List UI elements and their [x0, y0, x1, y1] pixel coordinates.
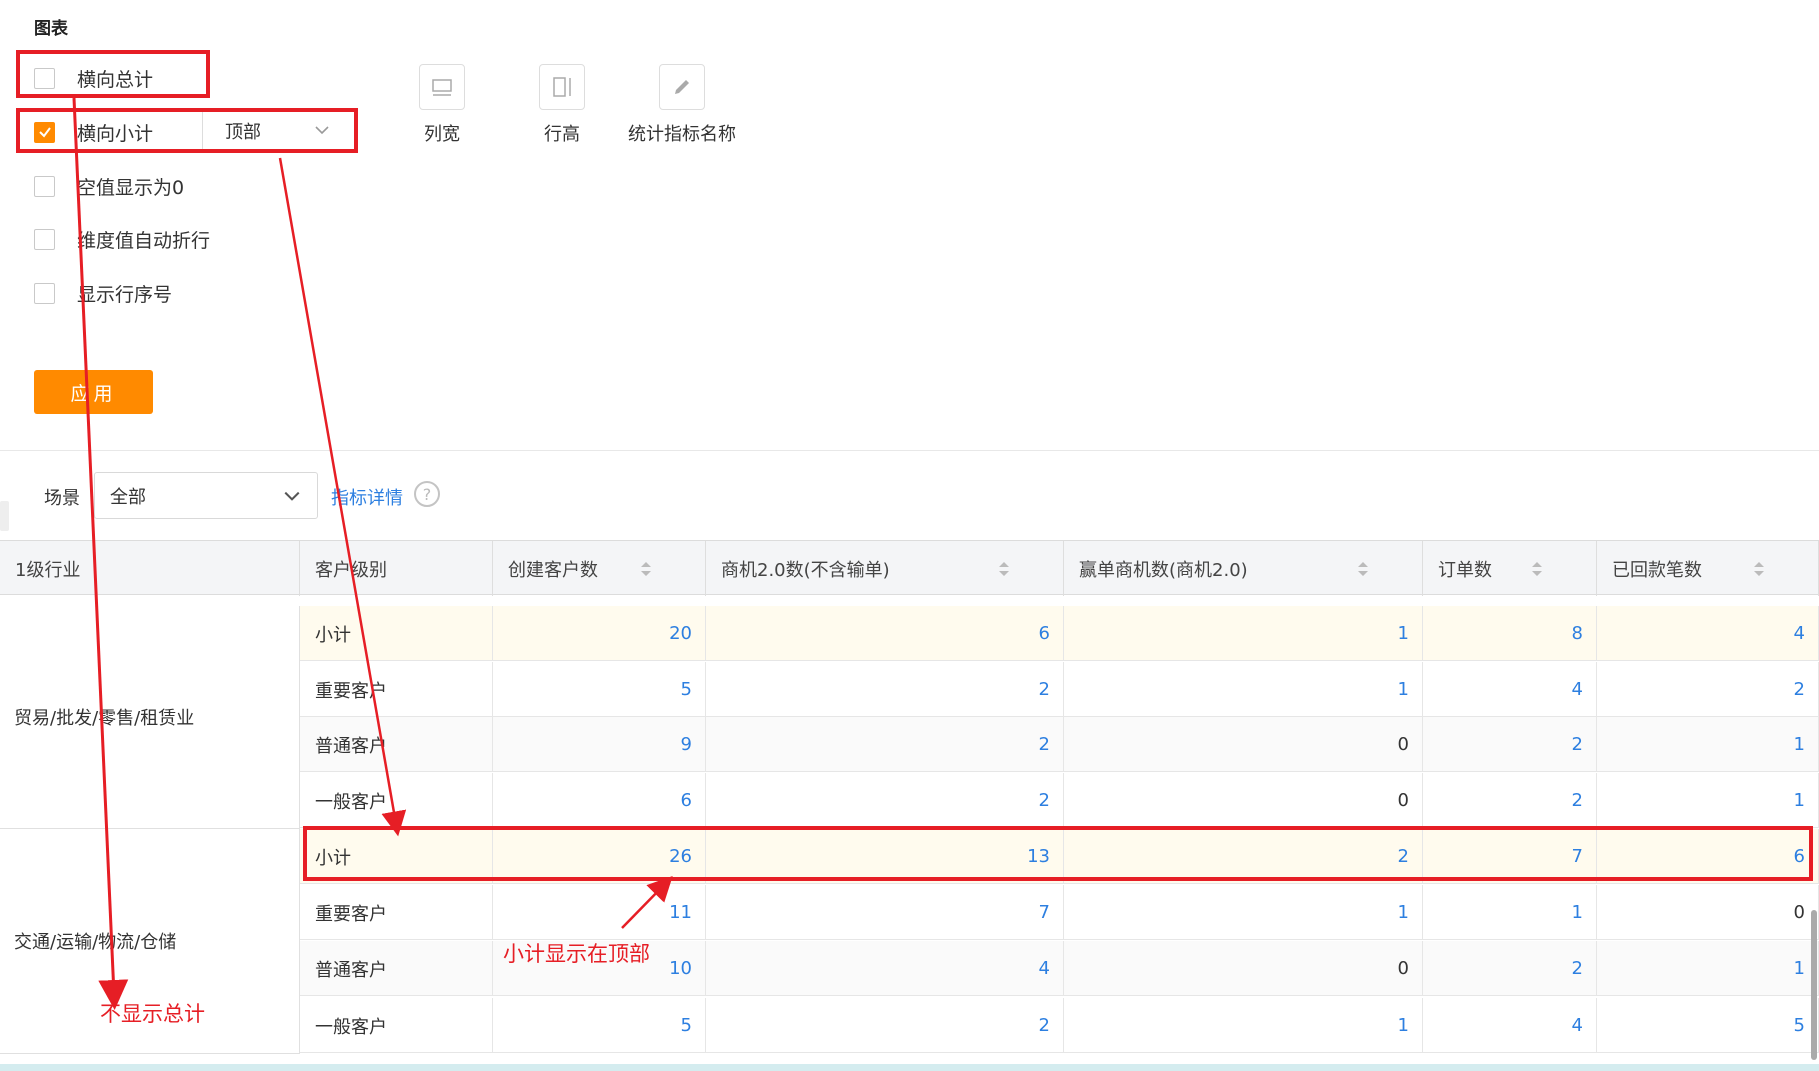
annotation-subtotal-top: 小计显示在顶部: [503, 942, 650, 966]
bottom-bar: [0, 1064, 1819, 1071]
scrollbar[interactable]: [1811, 910, 1817, 1060]
annotation-arrows: [72, 97, 673, 1010]
annotation-no-total: 不显示总计: [100, 1002, 205, 1026]
